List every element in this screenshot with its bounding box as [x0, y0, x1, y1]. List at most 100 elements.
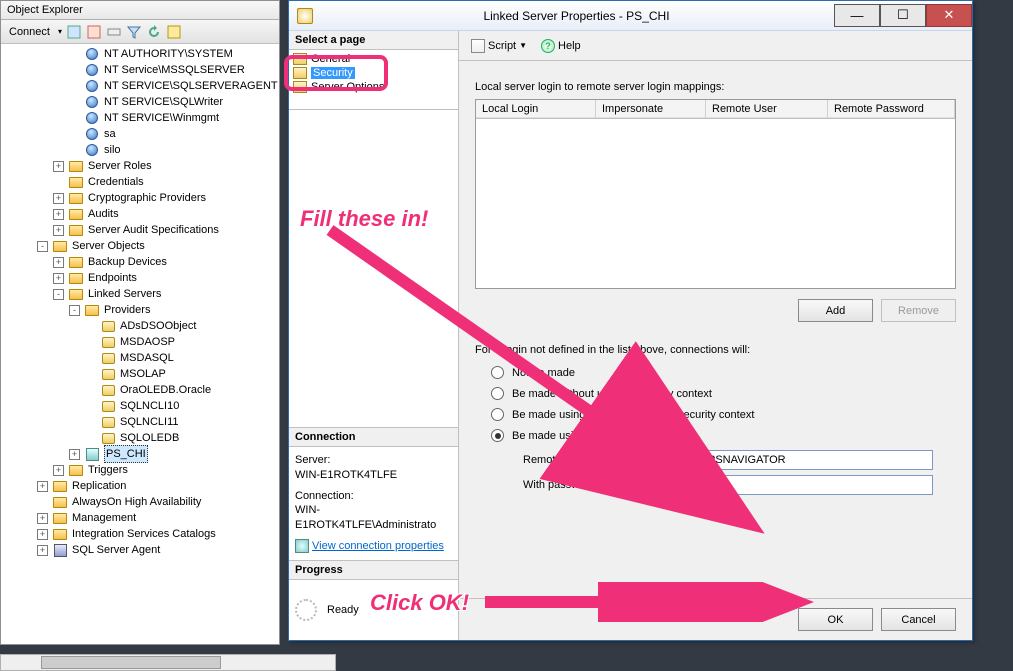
tree-row[interactable]: NT SERVICE\SQLWriter: [3, 94, 279, 110]
script-dropdown[interactable]: Script ▼: [467, 37, 531, 55]
toolbar-icon-2[interactable]: [86, 24, 102, 40]
tree-row[interactable]: - Providers: [3, 302, 279, 318]
tree-row[interactable]: NT AUTHORITY\SYSTEM: [3, 46, 279, 62]
srv-icon: [52, 542, 68, 558]
expand-toggle[interactable]: +: [53, 193, 64, 204]
expand-toggle[interactable]: +: [69, 449, 80, 460]
tree-label: MSDAOSP: [120, 334, 175, 350]
tree-row[interactable]: SQLNCLI11: [3, 414, 279, 430]
annotation-arrow-ok: [480, 582, 820, 622]
tree-row[interactable]: MSDASQL: [3, 350, 279, 366]
tree-row[interactable]: NT SERVICE\Winmgmt: [3, 110, 279, 126]
tree-label: Server Roles: [88, 158, 152, 174]
tree-label: Providers: [104, 302, 150, 318]
object-explorer-tree[interactable]: NT AUTHORITY\SYSTEMNT Service\MSSQLSERVE…: [1, 44, 279, 639]
folder-icon: [68, 206, 84, 222]
expand-toggle[interactable]: +: [53, 465, 64, 476]
tree-label: NT Service\MSSQLSERVER: [104, 62, 245, 78]
tree-label: ADsDSOObject: [120, 318, 196, 334]
user-icon: [84, 142, 100, 158]
expand-toggle[interactable]: +: [53, 225, 64, 236]
refresh-icon[interactable]: [146, 24, 162, 40]
tree-row[interactable]: SQLOLEDB: [3, 430, 279, 446]
page-icon: [293, 67, 307, 79]
expand-toggle[interactable]: -: [69, 305, 80, 316]
dialog-titlebar[interactable]: Linked Server Properties - PS_CHI — ☐ ✕: [289, 1, 972, 31]
tree-label: MSOLAP: [120, 366, 166, 382]
expand-toggle[interactable]: -: [37, 241, 48, 252]
grid-header-remote-password[interactable]: Remote Password: [828, 100, 955, 118]
expand-toggle[interactable]: +: [53, 209, 64, 220]
page-server-options[interactable]: Server Options: [291, 80, 456, 94]
tree-row[interactable]: +Endpoints: [3, 270, 279, 286]
tree-row[interactable]: ADsDSOObject: [3, 318, 279, 334]
tree-label: NT SERVICE\Winmgmt: [104, 110, 219, 126]
grid-header-remote-user[interactable]: Remote User: [706, 100, 828, 118]
tree-label: silo: [104, 142, 121, 158]
add-button[interactable]: Add: [798, 299, 873, 322]
tree-row[interactable]: -Linked Servers: [3, 286, 279, 302]
expand-toggle[interactable]: +: [53, 257, 64, 268]
tree-row[interactable]: + Triggers: [3, 462, 279, 478]
tree-row[interactable]: MSDAOSP: [3, 334, 279, 350]
expand-toggle[interactable]: -: [53, 289, 64, 300]
tree-row[interactable]: +Management: [3, 510, 279, 526]
tree-row[interactable]: silo: [3, 142, 279, 158]
tree-row[interactable]: OraOLEDB.Oracle: [3, 382, 279, 398]
user-icon: [84, 62, 100, 78]
tree-label: Triggers: [88, 462, 128, 478]
tree-label: SQL Server Agent: [72, 542, 160, 558]
view-connection-properties-link[interactable]: View connection properties: [312, 540, 444, 552]
tree-row[interactable]: +Backup Devices: [3, 254, 279, 270]
cancel-button[interactable]: Cancel: [881, 608, 956, 631]
tree-row[interactable]: + Cryptographic Providers: [3, 190, 279, 206]
tree-row[interactable]: +Audits: [3, 206, 279, 222]
tree-row[interactable]: -Server Objects: [3, 238, 279, 254]
db-icon: [100, 318, 116, 334]
expand-toggle[interactable]: +: [53, 273, 64, 284]
horizontal-scrollbar[interactable]: [0, 654, 336, 671]
tree-row[interactable]: MSOLAP: [3, 366, 279, 382]
tree-row[interactable]: + Server Roles: [3, 158, 279, 174]
tree-row[interactable]: +PS_CHI: [3, 446, 279, 462]
close-button[interactable]: ✕: [926, 4, 972, 27]
page-security[interactable]: Security: [291, 66, 456, 80]
tree-row[interactable]: AlwaysOn High Availability: [3, 494, 279, 510]
expand-toggle[interactable]: +: [53, 161, 64, 172]
tree-row[interactable]: +Replication: [3, 478, 279, 494]
tree-row[interactable]: NT SERVICE\SQLSERVERAGENT: [3, 78, 279, 94]
grid-header-impersonate[interactable]: Impersonate: [596, 100, 706, 118]
tree-row[interactable]: +Integration Services Catalogs: [3, 526, 279, 542]
tree-row[interactable]: Credentials: [3, 174, 279, 190]
db-icon: [100, 366, 116, 382]
toolbar-icon-1[interactable]: [66, 24, 82, 40]
tree-row[interactable]: sa: [3, 126, 279, 142]
page-general[interactable]: General: [291, 52, 456, 66]
minimize-button[interactable]: —: [834, 4, 880, 27]
expand-toggle[interactable]: +: [37, 481, 48, 492]
link-icon: [84, 446, 100, 462]
expand-toggle[interactable]: +: [37, 513, 48, 524]
connect-dropdown[interactable]: Connect: [5, 24, 54, 40]
help-button[interactable]: ?Help: [537, 37, 585, 55]
toolbar-icon-6[interactable]: [166, 24, 182, 40]
filter-icon[interactable]: [126, 24, 142, 40]
grid-header-local-login[interactable]: Local Login: [476, 100, 596, 118]
tree-row[interactable]: + SQL Server Agent: [3, 542, 279, 558]
tree-label: MSDASQL: [120, 350, 174, 366]
dialog-toolbar: Script ▼ ?Help: [459, 31, 972, 61]
tree-label: Credentials: [88, 174, 144, 190]
tree-label: AlwaysOn High Availability: [72, 494, 201, 510]
folder-open-icon: [84, 302, 100, 318]
tree-label: NT SERVICE\SQLSERVERAGENT: [104, 78, 278, 94]
folder-icon: [68, 174, 84, 190]
progress-header: Progress: [289, 561, 458, 580]
tree-row[interactable]: SQLNCLI10: [3, 398, 279, 414]
tree-row[interactable]: NT Service\MSSQLSERVER: [3, 62, 279, 78]
toolbar-icon-3[interactable]: [106, 24, 122, 40]
expand-toggle[interactable]: +: [37, 529, 48, 540]
tree-row[interactable]: +Server Audit Specifications: [3, 222, 279, 238]
maximize-button[interactable]: ☐: [880, 4, 926, 27]
expand-toggle[interactable]: +: [37, 545, 48, 556]
tree-label: Cryptographic Providers: [88, 190, 206, 206]
